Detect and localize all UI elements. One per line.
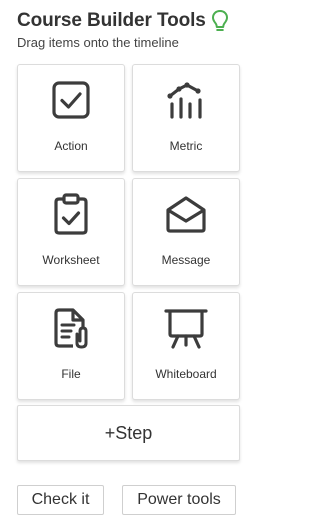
tool-label: Worksheet <box>42 253 100 267</box>
tool-tile-whiteboard[interactable]: Whiteboard <box>132 292 240 400</box>
tool-label: Action <box>54 139 88 153</box>
file-attachment-icon <box>18 308 124 349</box>
page-title: Course Builder Tools <box>17 10 206 31</box>
lightbulb-icon <box>210 8 230 34</box>
easel-whiteboard-icon <box>133 308 239 349</box>
tool-label: Whiteboard <box>155 367 217 381</box>
power-tools-button[interactable]: Power tools <box>122 485 236 515</box>
checkbox-icon <box>18 80 124 120</box>
tool-palette: Action Metric Worksheet Message File Whi… <box>17 64 240 400</box>
check-it-button[interactable]: Check it <box>17 485 104 515</box>
envelope-open-icon <box>133 194 239 234</box>
tool-label: Message <box>161 253 211 267</box>
tool-tile-action[interactable]: Action <box>17 64 125 172</box>
tool-label: File <box>61 367 81 381</box>
add-step-button[interactable]: +Step <box>17 405 240 461</box>
tool-tile-message[interactable]: Message <box>132 178 240 286</box>
metric-chart-icon <box>133 80 239 120</box>
tool-tile-worksheet[interactable]: Worksheet <box>17 178 125 286</box>
header: Course Builder Tools Drag items onto the… <box>17 8 249 50</box>
clipboard-check-icon <box>18 193 124 235</box>
tool-tile-file[interactable]: File <box>17 292 125 400</box>
page-subtitle: Drag items onto the timeline <box>17 35 179 50</box>
tool-label: Metric <box>169 139 203 153</box>
title-row: Course Builder Tools <box>17 8 249 34</box>
tool-tile-metric[interactable]: Metric <box>132 64 240 172</box>
